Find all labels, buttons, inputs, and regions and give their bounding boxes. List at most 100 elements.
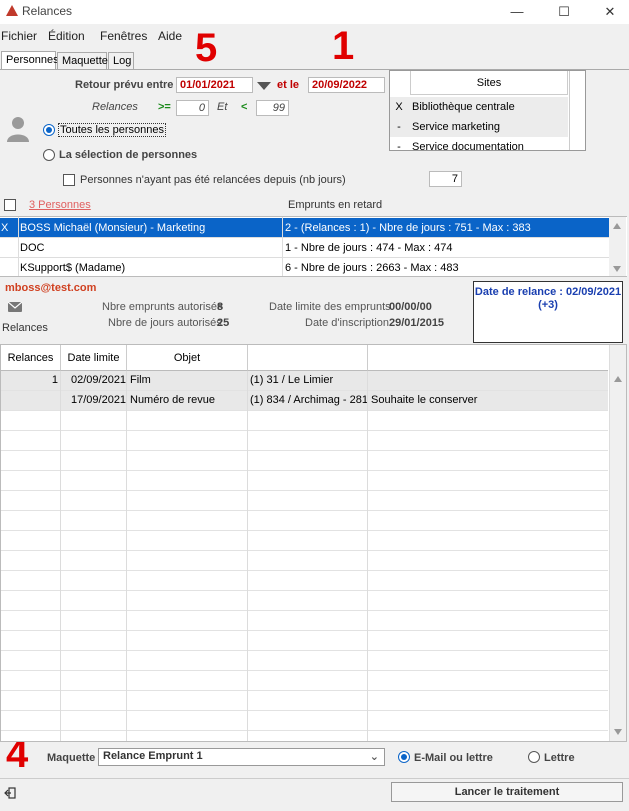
select-all-checkbox[interactable] — [4, 199, 16, 211]
loan-objet: Film — [130, 374, 151, 386]
person-name: DOC — [20, 242, 45, 254]
col-header-note[interactable] — [368, 345, 608, 371]
site-mark: X — [395, 101, 403, 113]
maquette-value: Relance Emprunt 1 — [103, 750, 203, 762]
col-header-item[interactable] — [248, 345, 368, 371]
empty-row — [1, 591, 608, 611]
menu-aide[interactable]: Aide — [158, 29, 182, 43]
person-row[interactable]: X BOSS Michaël (Monsieur) - Marketing 2 … — [0, 218, 609, 238]
not-reminded-label: Personnes n'ayant pas été relancées depu… — [80, 174, 346, 186]
window-title: Relances — [22, 4, 73, 18]
nb-jours-input[interactable]: 7 — [429, 171, 462, 187]
sites-header: Sites — [410, 71, 568, 95]
mail-icon[interactable] — [8, 302, 22, 312]
menu-bar: Fichier Édition Fenêtres Aide — [0, 26, 629, 46]
grid-divider — [18, 217, 19, 276]
close-button[interactable]: ✕ — [590, 2, 629, 22]
radio-all-label[interactable]: Toutes les personnes — [58, 123, 166, 137]
empty-row — [1, 711, 608, 731]
person-email[interactable]: mboss@test.com — [5, 282, 96, 294]
loans-scrollbar[interactable] — [609, 345, 626, 741]
radio-letter-label[interactable]: Lettre — [544, 752, 575, 764]
site-name: Service documentation — [412, 141, 524, 151]
person-name: KSupport$ (Madame) — [20, 262, 126, 274]
site-row[interactable]: - Service documentation — [390, 137, 568, 151]
jours-autorises-label: Nbre de jours autorisés — [108, 317, 222, 329]
col-header-relances[interactable]: Relances — [1, 345, 61, 371]
persons-count[interactable]: 3 Personnes — [29, 199, 91, 211]
person-row[interactable]: KSupport$ (Madame) 6 - Nbre de jours : 2… — [0, 258, 609, 276]
site-row[interactable]: X Bibliothèque centrale — [390, 97, 568, 117]
radio-email-label[interactable]: E-Mail ou lettre — [414, 752, 493, 764]
site-mark: - — [397, 141, 401, 151]
site-name: Bibliothèque centrale — [412, 101, 515, 113]
maquette-label: Maquette — [47, 752, 96, 764]
col-header-date-limite[interactable]: Date limite — [61, 345, 127, 371]
empty-row — [1, 491, 608, 511]
site-row[interactable]: - Service marketing — [390, 117, 568, 137]
person-overdue: 6 - Nbre de jours : 2663 - Max : 483 — [285, 262, 459, 274]
grid-divider — [126, 371, 127, 741]
col-header-objet[interactable]: Objet — [127, 345, 248, 371]
person-mark: X — [1, 222, 9, 234]
radio-selection-persons[interactable] — [43, 149, 55, 161]
marker-1: 1 — [332, 24, 355, 68]
date-relance: Date de relance : 02/09/2021 — [474, 286, 622, 298]
minimize-button[interactable]: — — [497, 2, 537, 22]
person-overdue: 2 - (Relances : 1) - Nbre de jours : 751… — [285, 222, 531, 234]
date-dropdown-icon[interactable] — [257, 82, 271, 90]
scroll-up-icon[interactable] — [614, 376, 622, 382]
run-button[interactable]: Lancer le traitement — [391, 782, 623, 802]
person-row[interactable]: DOC 1 - Nbre de jours : 474 - Max : 474 — [0, 238, 609, 258]
empty-row — [1, 651, 608, 671]
relances-max-input[interactable]: 99 — [256, 100, 289, 116]
relances-detail-label: Relances — [2, 322, 48, 334]
scroll-down-icon[interactable] — [614, 729, 622, 735]
menu-edition[interactable]: Édition — [48, 29, 85, 43]
loan-date: 17/09/2021 — [71, 394, 127, 406]
exit-icon[interactable] — [4, 787, 16, 799]
loan-row[interactable]: 17/09/2021 Numéro de revue (1) 834 / Arc… — [1, 391, 608, 411]
radio-email-or-letter[interactable] — [398, 751, 410, 763]
person-name: BOSS Michaël (Monsieur) - Marketing — [20, 222, 206, 234]
maximize-button[interactable]: ☐ — [544, 2, 584, 22]
relances-min-input[interactable]: 0 — [176, 100, 209, 116]
empty-row — [1, 551, 608, 571]
gte-label: >= — [158, 101, 171, 113]
scroll-up-icon[interactable] — [613, 223, 621, 229]
scroll-down-icon[interactable] — [613, 266, 621, 272]
grid-divider — [367, 371, 368, 741]
maquette-select[interactable]: Relance Emprunt 1 ⌄ — [98, 748, 385, 766]
grid-divider — [282, 217, 283, 276]
tab-log[interactable]: Log — [108, 52, 134, 69]
date-to-input[interactable]: 20/09/2022 — [308, 77, 385, 93]
site-mark: - — [397, 121, 401, 133]
radio-all-persons[interactable] — [43, 124, 55, 136]
tab-maquette[interactable]: Maquette — [57, 52, 108, 69]
date-relance-box: Date de relance : 02/09/2021 (+3) — [473, 281, 623, 343]
overdue-header: Emprunts en retard — [288, 199, 383, 211]
et-le-label: et le — [277, 79, 300, 91]
date-relance-offset: (+3) — [538, 299, 558, 311]
loan-row[interactable]: 1 02/09/2021 Film (1) 31 / Le Limier — [1, 371, 608, 391]
person-overdue: 1 - Nbre de jours : 474 - Max : 474 — [285, 242, 453, 254]
emprunts-autorises-label: Nbre emprunts autorisés — [102, 301, 223, 313]
empty-row — [1, 691, 608, 711]
date-inscription-value: 29/01/2015 — [389, 317, 445, 329]
radio-selection-label[interactable]: La sélection de personnes — [59, 149, 197, 161]
empty-row — [1, 671, 608, 691]
lt-label: < — [241, 101, 248, 113]
not-reminded-checkbox[interactable] — [63, 174, 75, 186]
loans-grid: Relances Date limite Objet 1 02/09/2021 … — [0, 344, 627, 742]
tab-personnes[interactable]: Personnes — [1, 51, 59, 70]
menu-fenetres[interactable]: Fenêtres — [100, 29, 147, 43]
date-from-input[interactable]: 01/01/2021 — [176, 77, 253, 93]
menu-fichier[interactable]: Fichier — [1, 29, 37, 43]
retour-label: Retour prévu entre : — [75, 79, 181, 91]
grid-divider — [247, 371, 248, 741]
radio-letter[interactable] — [528, 751, 540, 763]
persons-scrollbar[interactable] — [609, 217, 626, 276]
loan-date: 02/09/2021 — [71, 374, 127, 386]
date-inscription-label: Date d'inscription — [305, 317, 390, 329]
chevron-down-icon[interactable]: ⌄ — [370, 750, 379, 763]
